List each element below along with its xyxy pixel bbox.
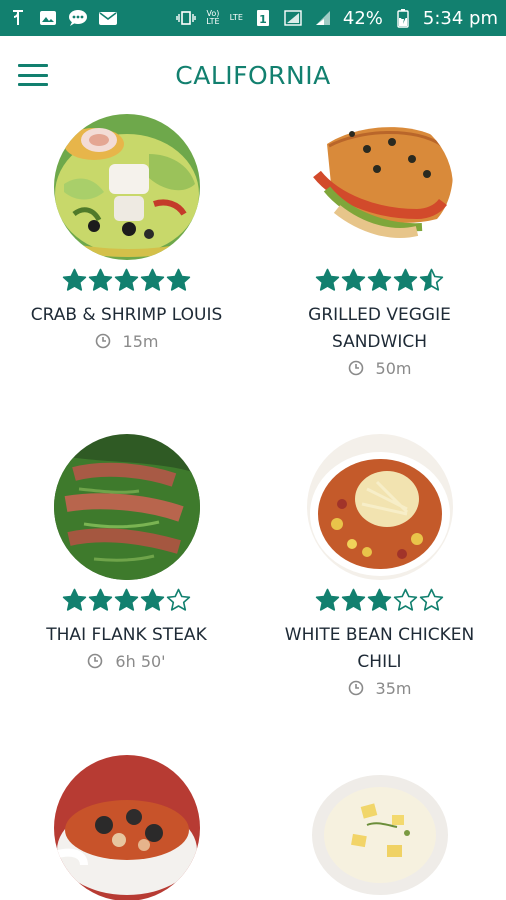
signal-icon [283, 9, 303, 27]
star-filled-icon [114, 588, 139, 611]
page-title: CALIFORNIA [175, 60, 331, 90]
star-empty-icon [166, 588, 191, 611]
volte-icon: Vo) LTE [206, 9, 220, 26]
rating-stars [0, 588, 253, 618]
star-filled-icon [62, 588, 87, 611]
recipe-time: 6h 50' [0, 649, 253, 673]
recipe-name: GRILLED VEGGIE SANDWICH [308, 305, 451, 352]
signal-icon [313, 9, 333, 27]
hamburger-menu-icon[interactable] [18, 64, 48, 86]
recipe-name: THAI FLANK STEAK [46, 625, 207, 645]
star-empty-icon [419, 588, 444, 611]
recipe-card[interactable]: CRAB & SHRIMP LOUIS 15m [0, 114, 253, 353]
star-filled-icon [341, 268, 366, 291]
clock-time: 5:34 pm [422, 7, 498, 29]
recipe-card[interactable] [253, 755, 506, 900]
recipe-photo[interactable] [306, 114, 453, 260]
star-filled-icon [393, 268, 418, 291]
clock-icon [348, 360, 363, 376]
clock-icon [88, 653, 103, 669]
status-bar: Vo) LTE LTE 1 42% 5:34 pm [0, 0, 506, 36]
recipe-card[interactable] [0, 755, 253, 900]
recipe-time-label: 50m [375, 358, 412, 378]
svg-text:1: 1 [259, 13, 267, 26]
recipe-time: 50m [253, 356, 506, 380]
recipe-time-label: 6h 50' [115, 651, 166, 671]
star-filled-icon [140, 588, 165, 611]
mail-icon [98, 9, 118, 27]
recipe-photo[interactable] [306, 755, 453, 900]
sim-icon: 1 [253, 9, 273, 27]
status-bar-right: Vo) LTE LTE 1 42% 5:34 pm [176, 8, 498, 29]
star-half-icon [419, 268, 444, 291]
recipe-card[interactable]: THAI FLANK STEAK 6h 50' [0, 434, 253, 673]
status-bar-left [8, 9, 118, 27]
rating-stars [253, 588, 506, 618]
star-filled-icon [62, 268, 87, 291]
recipe-time-label: 35m [375, 678, 412, 698]
star-filled-icon [88, 268, 113, 291]
star-empty-icon [393, 588, 418, 611]
app-bar: CALIFORNIA [0, 36, 506, 114]
rating-stars [253, 268, 506, 298]
gallery-icon [38, 9, 58, 27]
star-filled-icon [166, 268, 191, 291]
star-filled-icon [315, 588, 340, 611]
rating-stars [0, 268, 253, 298]
star-filled-icon [341, 588, 366, 611]
clock-icon [95, 333, 110, 349]
recipe-name: WHITE BEAN CHICKEN CHILI [284, 625, 475, 672]
recipe-time: 35m [253, 676, 506, 700]
recipe-name: CRAB & SHRIMP LOUIS [30, 305, 223, 325]
vibrate-icon [176, 9, 196, 27]
battery-icon [393, 9, 413, 28]
star-filled-icon [367, 588, 392, 611]
battery-percent: 42% [342, 7, 383, 29]
signal-app-icon [8, 9, 28, 27]
star-filled-icon [367, 268, 392, 291]
recipe-photo[interactable] [53, 114, 200, 260]
lte-label: LTE [229, 13, 243, 22]
recipe-time-label: 15m [122, 331, 159, 351]
recipe-photo[interactable] [53, 434, 200, 580]
recipe-card[interactable]: WHITE BEAN CHICKEN CHILI 35m [253, 434, 506, 700]
star-filled-icon [140, 268, 165, 291]
clock-icon [348, 680, 363, 696]
recipe-photo[interactable] [53, 755, 200, 900]
chat-icon [68, 9, 88, 27]
recipe-card[interactable]: GRILLED VEGGIE SANDWICH 50m [253, 114, 506, 380]
recipe-photo[interactable] [306, 434, 453, 580]
star-filled-icon [315, 268, 340, 291]
star-filled-icon [88, 588, 113, 611]
star-filled-icon [114, 268, 139, 291]
recipe-time: 15m [0, 329, 253, 353]
